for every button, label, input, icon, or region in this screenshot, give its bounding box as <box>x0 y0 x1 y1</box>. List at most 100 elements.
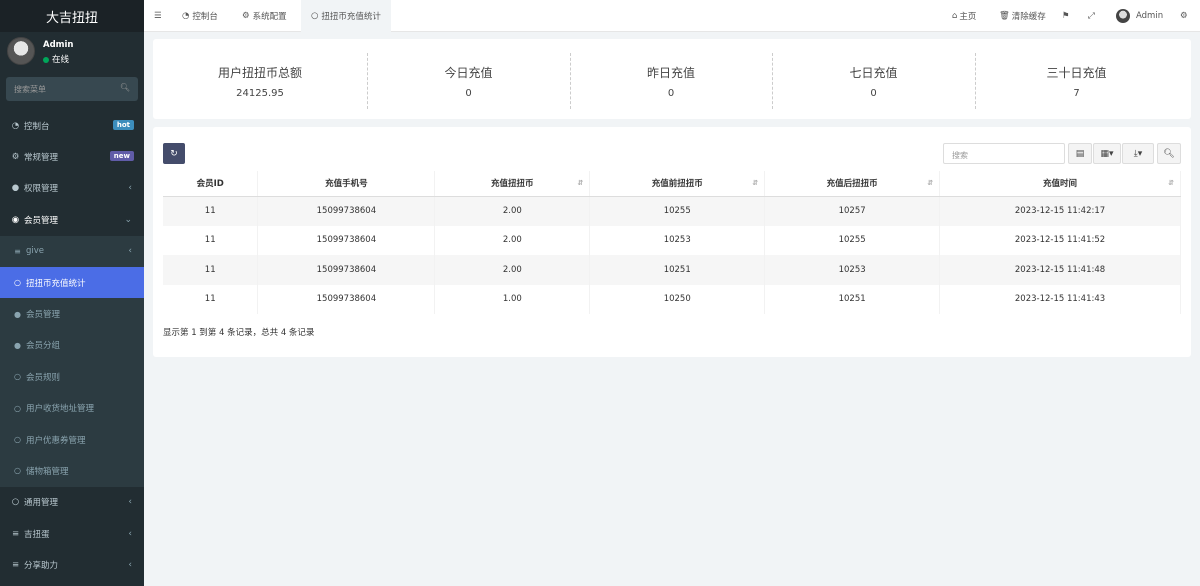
column-header-before[interactable]: 充值前扭扭币 ⇵ <box>589 171 766 197</box>
sidebar-item-label: 吉扭蛋 <box>24 529 50 540</box>
app-logo[interactable]: 大吉扭扭 <box>0 0 144 32</box>
column-header-member-id[interactable]: 会员ID <box>163 171 259 197</box>
sidebar-item-member-manage[interactable]: ● 会员管理 <box>0 298 144 330</box>
export-button[interactable]: ⤓▾ <box>1122 143 1154 164</box>
column-header-time[interactable]: 充值时间 ⇵ <box>939 171 1181 197</box>
pagination-summary: 显示第 1 到第 4 条记录，总共 4 条记录 <box>163 328 315 338</box>
sort-icon[interactable]: ⇵ <box>1168 179 1174 187</box>
tab-label: 控制台 <box>192 12 218 22</box>
table-row[interactable]: 11 15099738604 1.00 10250 10251 2023-12-… <box>163 284 1181 314</box>
recharge-table: 会员ID 充值手机号 充值扭扭币 ⇵ 充值前扭扭币 ⇵ 充值后扭扭币 ⇵ 充值时间 ⇵ … <box>163 171 1181 314</box>
sidebar-search-input[interactable]: 搜索菜单 🔍︎ <box>6 77 138 101</box>
table-header-row: 会员ID 充值手机号 充值扭扭币 ⇵ 充值前扭扭币 ⇵ 充值后扭扭币 ⇵ 充值时间 ⇵ <box>163 171 1181 197</box>
sidebar-item-member-group[interactable]: ● 会员分组 <box>0 329 144 362</box>
cell-member-id: 11 <box>163 225 259 255</box>
cell-amount: 2.00 <box>434 225 591 255</box>
user-circle-icon: ◉ <box>11 214 20 225</box>
settings-icon[interactable]: ⚙ <box>1180 0 1188 32</box>
circle-icon: ○ <box>11 497 20 508</box>
cogs-icon: ⚙ <box>11 152 20 163</box>
user-panel: Admin 在线 <box>0 32 144 74</box>
stat-thirty-days: 三十日充值 7 <box>975 39 1178 119</box>
avatar <box>1116 9 1130 23</box>
sidebar-item-storage[interactable]: ○ 储物箱管理 <box>0 455 144 487</box>
chevron-left-icon: ‹ <box>128 497 132 508</box>
sidebar-item-member[interactable]: ◉ 会员管理 ⌄ <box>0 204 144 235</box>
fullscreen-icon[interactable]: ⤢ <box>1088 0 1095 32</box>
sidebar-item-label: 用户优惠券管理 <box>26 435 86 446</box>
sidebar-item-permission[interactable]: ● 权限管理 ‹ <box>0 173 144 204</box>
chevron-left-icon: ‹ <box>128 246 132 257</box>
cell-before: 10253 <box>589 225 766 255</box>
sidebar-item-label: 会员管理 <box>24 215 59 226</box>
clear-cache-button[interactable]: 🗑︎ 清除缓存 <box>999 0 1046 32</box>
search-icon: 🔍︎ <box>1163 148 1175 159</box>
stat-value: 0 <box>870 88 877 99</box>
user-icon: ● <box>14 309 21 319</box>
stat-value: 0 <box>667 88 675 99</box>
cell-amount: 2.00 <box>434 255 591 285</box>
cell-member-id: 11 <box>163 196 259 226</box>
sidebar-item-label: 会员规则 <box>26 372 61 383</box>
cell-phone: 15099738604 <box>257 196 436 226</box>
toggle-view-button[interactable]: ▤ <box>1068 143 1092 164</box>
admin-menu[interactable]: Admin <box>1116 0 1163 32</box>
sidebar-item-recharge-stats[interactable]: ○ 扭扭币充值统计 <box>0 266 144 299</box>
sort-icon[interactable]: ⇵ <box>577 179 583 187</box>
table-search-input[interactable]: 搜索 <box>943 143 1065 164</box>
sidebar-item-member-rules[interactable]: ○ 会员规则 <box>0 361 144 393</box>
refresh-button[interactable]: ↻ <box>163 143 185 164</box>
chevron-left-icon: ‹ <box>128 528 132 539</box>
column-header-amount[interactable]: 充值扭扭币 ⇵ <box>434 171 591 197</box>
dashboard-icon: ◔ <box>11 120 20 131</box>
tab-system-config[interactable]: ⚙ 系统配置 <box>234 0 295 32</box>
sidebar-item-share[interactable]: ≡ 分享助力 ‹ <box>0 549 144 580</box>
sidebar-item-general[interactable]: ⚙ 常规管理 new <box>0 141 144 172</box>
cell-time: 2023-12-15 11:41:48 <box>939 255 1181 285</box>
sidebar-item-dashboard[interactable]: ◔ 控制台 hot <box>0 110 144 141</box>
circle-icon: ○ <box>14 372 21 382</box>
online-dot-icon <box>43 56 49 63</box>
cell-after: 10255 <box>764 225 941 255</box>
column-header-phone[interactable]: 充值手机号 <box>257 171 436 197</box>
stat-label: 用户扭扭币总额 <box>217 66 302 80</box>
tab-recharge-stats[interactable]: ○ 扭扭币充值统计 <box>301 0 391 32</box>
search-button[interactable]: 🔍︎ <box>1157 143 1181 164</box>
cell-before: 10251 <box>589 255 766 285</box>
list-icon: ≡ <box>11 560 20 571</box>
menu-toggle-icon[interactable]: ☰ <box>154 0 162 32</box>
sidebar-item-address[interactable]: ○ 用户收货地址管理 <box>0 392 144 424</box>
stat-yesterday: 昨日充值 0 <box>570 39 772 119</box>
table-row[interactable]: 11 15099738604 2.00 10255 10257 2023-12-… <box>163 196 1181 226</box>
sidebar-item-give[interactable]: ≡ give ‹ <box>0 235 144 267</box>
table-row[interactable]: 11 15099738604 2.00 10253 10255 2023-12-… <box>163 225 1181 255</box>
language-icon[interactable]: ⚑ <box>1062 0 1070 32</box>
sidebar-item-label: 用户收货地址管理 <box>26 404 95 415</box>
table-row[interactable]: 11 15099738604 2.00 10251 10253 2023-12-… <box>163 255 1181 285</box>
topbar: ☰ ◔ 控制台 ⚙ 系统配置 ○ 扭扭币充值统计 ⌂ 主页 🗑︎ 清除缓存 ⚑ ⤢ Adm… <box>144 0 1200 32</box>
refresh-icon: ↻ <box>170 148 178 159</box>
columns-button[interactable]: ▦▾ <box>1093 143 1121 164</box>
cell-after: 10253 <box>764 255 941 285</box>
chevron-down-icon: ⌄ <box>124 214 132 225</box>
sidebar-item-egg[interactable]: ≡ 吉扭蛋 ‹ <box>0 518 144 549</box>
clear-cache-label: 清除缓存 <box>1011 12 1046 22</box>
circle-icon: ○ <box>14 403 21 413</box>
home-icon: ⌂ <box>952 11 958 21</box>
user-name: Admin <box>43 40 74 50</box>
column-header-after[interactable]: 充值后扭扭币 ⇵ <box>764 171 941 197</box>
cell-amount: 1.00 <box>434 284 591 314</box>
search-icon[interactable]: 🔍︎ <box>120 83 130 92</box>
sort-icon[interactable]: ⇵ <box>752 179 758 187</box>
sort-icon[interactable]: ⇵ <box>927 179 933 187</box>
column-header-label: 充值时间 <box>1043 179 1078 190</box>
sidebar-item-coupon[interactable]: ○ 用户优惠券管理 <box>0 423 144 456</box>
dashboard-icon: ◔ <box>182 11 190 21</box>
group-icon: ● <box>11 183 20 194</box>
tab-dashboard[interactable]: ◔ 控制台 <box>174 0 226 32</box>
home-link[interactable]: ⌂ 主页 <box>952 0 976 32</box>
cell-amount: 2.00 <box>434 196 591 226</box>
stat-seven-days: 七日充值 0 <box>772 39 975 119</box>
sidebar-item-common[interactable]: ○ 通用管理 ‹ <box>0 487 144 518</box>
new-badge: new <box>109 151 134 162</box>
